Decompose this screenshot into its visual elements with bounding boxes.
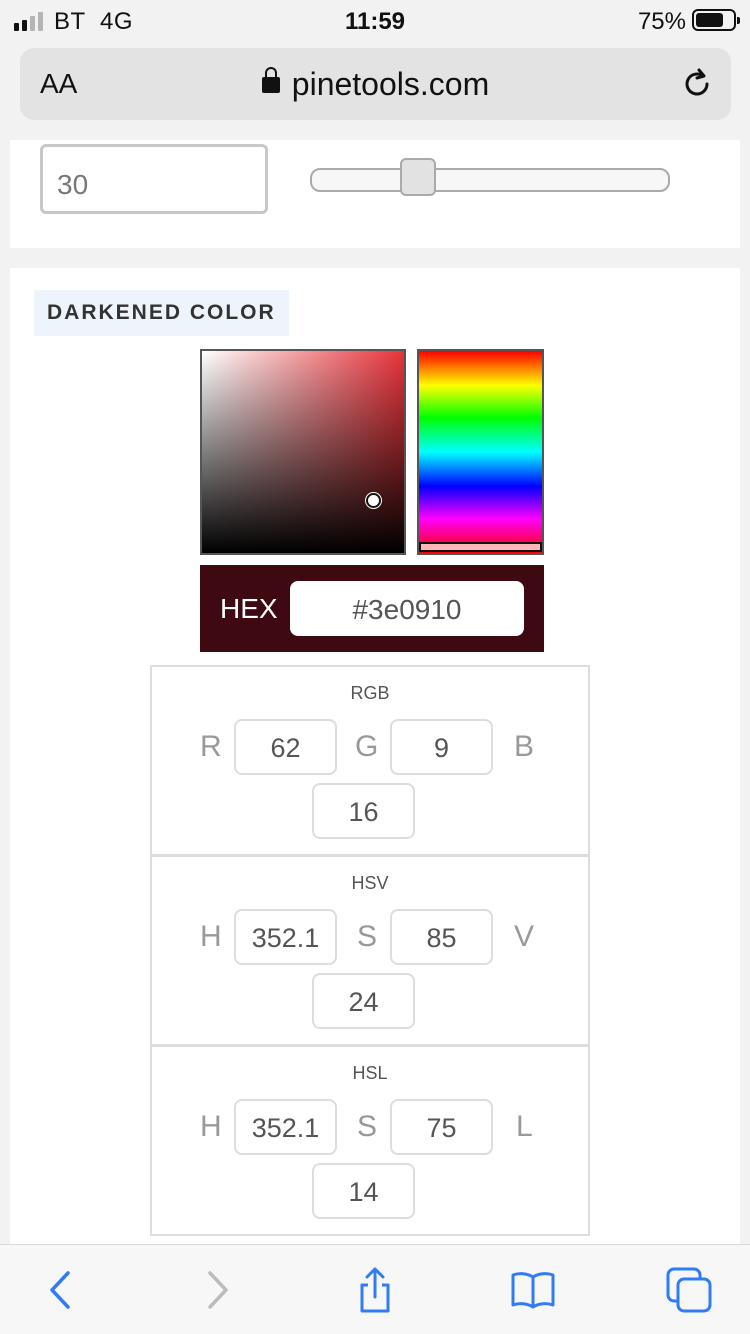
hue-picker[interactable] bbox=[417, 349, 544, 555]
hsl-h-label: H bbox=[200, 1110, 222, 1143]
hex-label: HEX bbox=[220, 593, 278, 624]
status-bar: BT 4G 11:59 75% bbox=[0, 0, 750, 42]
amount-slider-thumb[interactable] bbox=[400, 158, 436, 196]
section-title: DARKENED COLOR bbox=[34, 290, 289, 336]
darkened-color-card: DARKENED COLOR HEX #3e0910 RGB R 62 G 9 … bbox=[10, 268, 740, 1244]
rgb-title: RGB bbox=[350, 683, 390, 703]
url-text: pinetools.com bbox=[291, 66, 490, 102]
hsl-s-input[interactable]: 75 bbox=[390, 1099, 493, 1155]
amount-input[interactable]: 30 bbox=[40, 144, 268, 214]
forward-icon[interactable] bbox=[192, 1265, 242, 1315]
hsv-h-input[interactable]: 352.1 bbox=[234, 909, 337, 965]
share-icon[interactable] bbox=[350, 1265, 400, 1315]
r-label: R bbox=[200, 730, 222, 763]
reload-icon[interactable] bbox=[679, 66, 715, 102]
hue-marker[interactable] bbox=[419, 542, 542, 552]
hsv-v-input[interactable]: 24 bbox=[312, 973, 415, 1029]
hsl-title: HSL bbox=[352, 1063, 388, 1083]
lock-icon bbox=[261, 67, 280, 93]
g-label: G bbox=[355, 730, 379, 763]
amount-card: 30 bbox=[10, 140, 740, 248]
hsv-panel: HSV H 352.1 S 85 V 24 bbox=[150, 855, 590, 1046]
b-input[interactable]: 16 bbox=[312, 783, 415, 839]
picker-marker[interactable] bbox=[366, 493, 381, 508]
back-icon[interactable] bbox=[36, 1265, 86, 1315]
tabs-icon[interactable] bbox=[664, 1265, 714, 1315]
hsl-l-input[interactable]: 14 bbox=[312, 1163, 415, 1219]
battery-icon bbox=[692, 9, 740, 31]
browser-toolbar bbox=[0, 1244, 750, 1334]
color-swatch: HEX #3e0910 bbox=[200, 565, 544, 652]
url-display[interactable]: pinetools.com bbox=[20, 66, 731, 103]
rgb-panel: RGB R 62 G 9 B 16 bbox=[150, 665, 590, 856]
hsl-l-label: L bbox=[516, 1110, 533, 1143]
hex-input[interactable]: #3e0910 bbox=[290, 581, 524, 636]
b-label: B bbox=[514, 730, 535, 763]
battery-percent: 75% bbox=[637, 8, 686, 35]
amount-slider-track[interactable] bbox=[310, 168, 670, 192]
saturation-value-picker[interactable] bbox=[200, 349, 406, 555]
hsv-title: HSV bbox=[351, 873, 389, 893]
hsv-h-label: H bbox=[200, 920, 222, 953]
page-content: 30 DARKENED COLOR HEX #3e0910 RGB R 62 G… bbox=[0, 140, 750, 1244]
hsv-s-label: S bbox=[357, 920, 378, 953]
hsl-s-label: S bbox=[357, 1110, 378, 1143]
hsl-h-input[interactable]: 352.1 bbox=[234, 1099, 337, 1155]
hsv-s-input[interactable]: 85 bbox=[390, 909, 493, 965]
hsl-panel: HSL H 352.1 S 75 L 14 bbox=[150, 1045, 590, 1236]
address-bar[interactable]: AA pinetools.com bbox=[20, 48, 731, 120]
g-input[interactable]: 9 bbox=[390, 719, 493, 775]
r-input[interactable]: 62 bbox=[234, 719, 337, 775]
hsv-v-label: V bbox=[514, 920, 535, 953]
bookmarks-icon[interactable] bbox=[508, 1265, 558, 1315]
